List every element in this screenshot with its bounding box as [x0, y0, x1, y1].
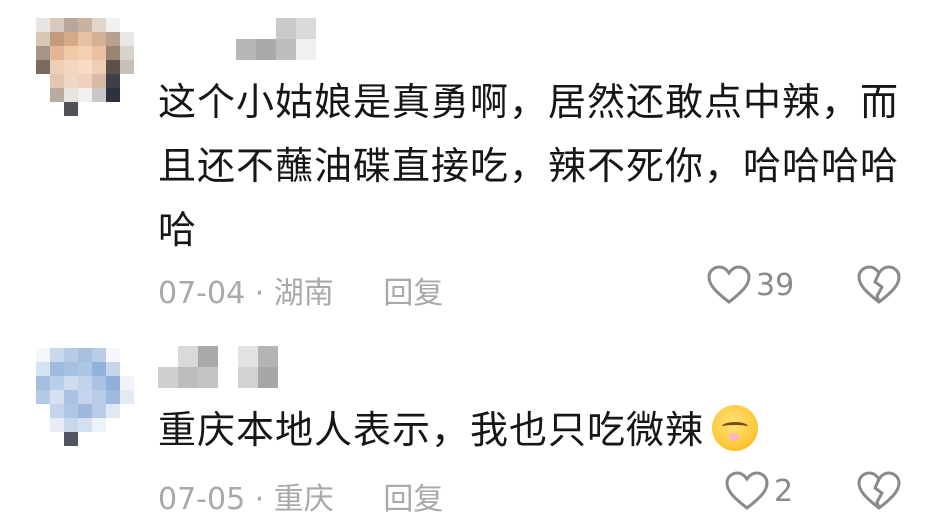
- broken-heart-icon[interactable]: [856, 470, 902, 512]
- username-pixelated[interactable]: [236, 18, 316, 60]
- username-pixelated[interactable]: [158, 346, 278, 388]
- comment-location: 重庆: [273, 482, 334, 517]
- like-count: 2: [774, 473, 794, 509]
- heart-outline-icon: [707, 265, 751, 304]
- avatar[interactable]: [36, 18, 134, 116]
- reply-button[interactable]: 回复: [383, 482, 443, 517]
- like-count: 39: [756, 267, 795, 303]
- comment-item: 这个小姑娘是真勇啊，居然还敢点中辣，而且还不蘸油碟直接吃，辣不死你，哈哈哈哈哈 …: [0, 0, 948, 330]
- comment-meta: 07-04 · 湖南 回复: [158, 268, 443, 312]
- avatar[interactable]: [36, 348, 134, 446]
- shushing-face-emoji-icon: [712, 405, 759, 451]
- heart-outline-icon: [725, 471, 769, 510]
- meta-separator: ·: [245, 482, 274, 517]
- comment-text: 重庆本地人表示，我也只吃微辣: [158, 400, 918, 460]
- like-button[interactable]: 39: [706, 264, 794, 306]
- comment-location: 湖南: [273, 276, 334, 311]
- broken-heart-icon[interactable]: [856, 264, 902, 306]
- reply-button[interactable]: 回复: [383, 276, 443, 311]
- like-button[interactable]: 2: [724, 470, 793, 512]
- comment-date: 07-04: [158, 276, 246, 311]
- meta-separator: ·: [245, 276, 274, 311]
- comment-item: 重庆本地人表示，我也只吃微辣 07-05 · 重庆 回复 2: [0, 330, 948, 532]
- comment-date: 07-05: [158, 482, 246, 517]
- comment-text-content: 重庆本地人表示，我也只吃微辣: [158, 408, 705, 452]
- comment-meta: 07-05 · 重庆 回复: [158, 474, 443, 518]
- comment-text: 这个小姑娘是真勇啊，居然还敢点中辣，而且还不蘸油碟直接吃，辣不死你，哈哈哈哈哈: [158, 80, 900, 252]
